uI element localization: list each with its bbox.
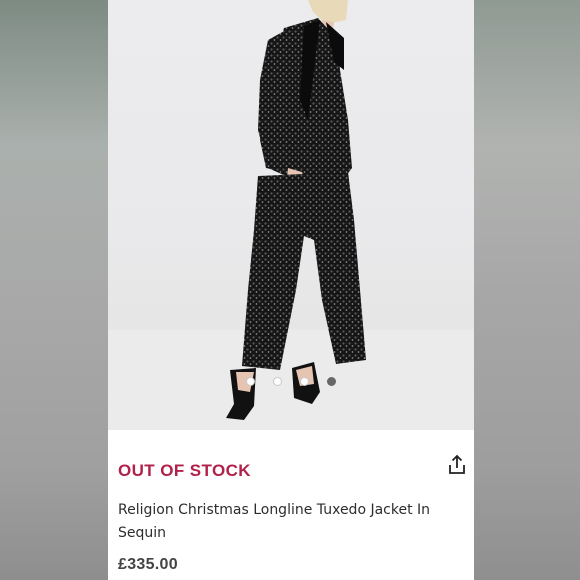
carousel-dots	[108, 377, 474, 389]
product-info: OUT OF STOCK Religion Christmas Longline…	[108, 430, 474, 580]
product-image[interactable]	[108, 0, 474, 430]
carousel-dot-active[interactable]	[327, 377, 336, 386]
carousel-dot[interactable]	[273, 377, 282, 386]
share-icon	[449, 454, 465, 474]
blurred-right-edge	[474, 0, 580, 580]
carousel-dot[interactable]	[246, 377, 255, 386]
product-title: Religion Christmas Longline Tuxedo Jacke…	[118, 502, 431, 541]
carousel-dot[interactable]	[300, 377, 309, 386]
model-illustration	[108, 0, 474, 430]
blurred-left-edge	[0, 0, 108, 580]
share-button[interactable]	[446, 454, 468, 476]
product-price: £335.00	[118, 556, 178, 573]
product-card: OUT OF STOCK Religion Christmas Longline…	[108, 0, 474, 580]
stock-status: OUT OF STOCK	[118, 461, 251, 480]
